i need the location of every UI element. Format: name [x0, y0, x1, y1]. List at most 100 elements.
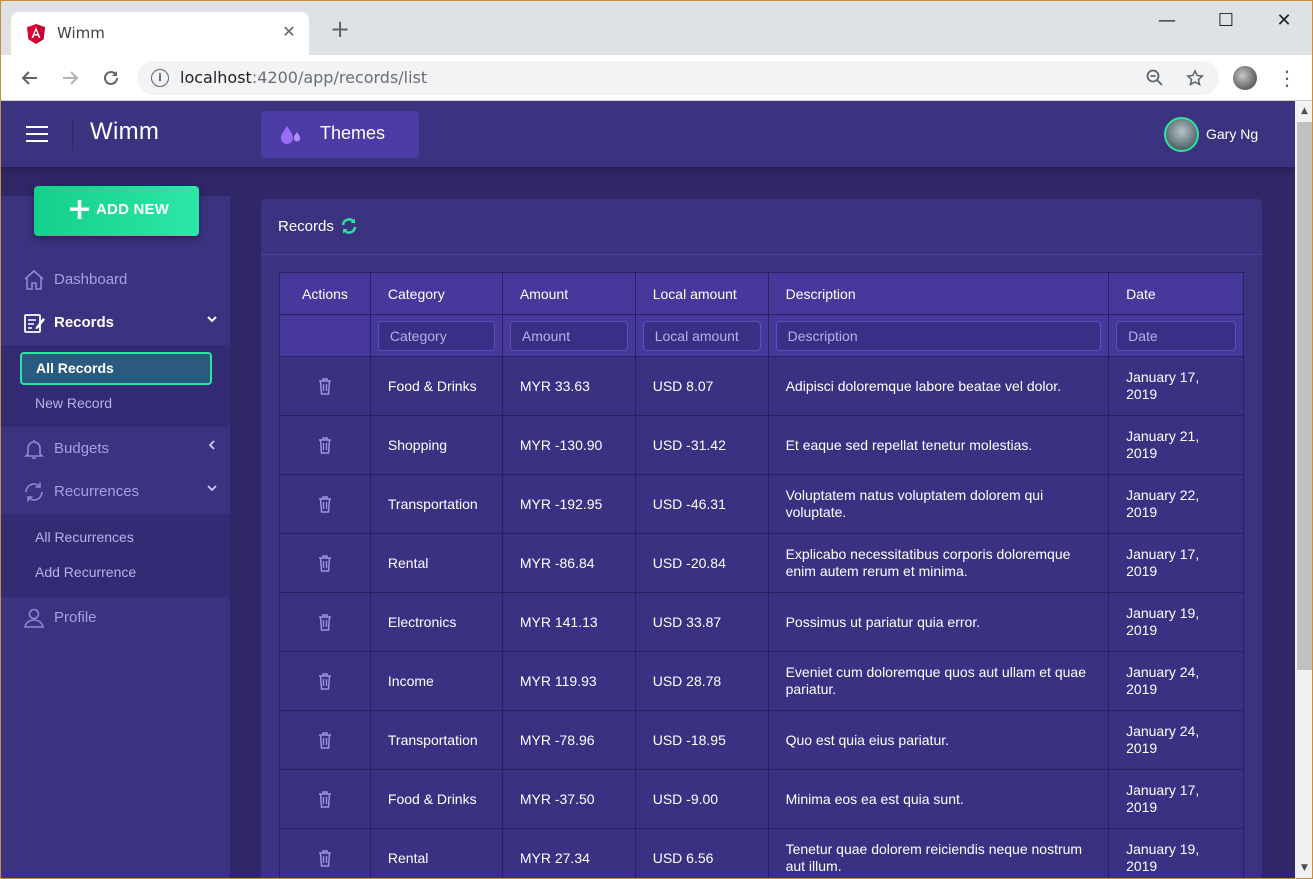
forward-arrow-icon[interactable]: [56, 64, 84, 92]
browser-profile-avatar[interactable]: [1233, 66, 1257, 90]
delete-trash-icon[interactable]: [317, 672, 333, 690]
hamburger-menu-icon[interactable]: [26, 126, 48, 142]
table-row: Rental MYR 27.34 USD 6.56 Tenetur quae dolo…: [279, 828, 1244, 878]
description-cell: Tenetur quae dolorem reiciendis neque no…: [767, 828, 1110, 878]
category-filter-input[interactable]: [377, 320, 495, 351]
amount-cell: MYR -78.96: [501, 710, 636, 770]
scrollbar-thumb[interactable]: [1297, 122, 1312, 670]
filter-cell: [767, 314, 1110, 357]
sidebar-subitem-label: All Records: [36, 360, 114, 376]
row-actions-cell: [279, 474, 371, 534]
local-amount-cell: USD -20.84: [634, 533, 769, 593]
amount-cell: MYR 33.63: [501, 356, 636, 416]
row-actions-cell: [279, 769, 371, 829]
row-actions-cell: [279, 533, 371, 593]
records-table-body: Food & Drinks MYR 33.63 USD 8.07 Adipisci d…: [279, 356, 1244, 878]
zoom-icon[interactable]: [1144, 67, 1166, 89]
maximize-button[interactable]: ☐: [1206, 9, 1246, 33]
home-icon: [24, 269, 44, 290]
column-header-category[interactable]: Category: [369, 272, 503, 315]
add-new-button[interactable]: + ADD NEW: [34, 186, 199, 236]
sidebar-item-label: Profile: [54, 609, 97, 626]
browser-tab[interactable]: Wimm ✕: [11, 12, 309, 55]
scroll-down-arrow-icon[interactable]: ▼: [1295, 860, 1312, 877]
filter-cell: [1108, 314, 1244, 357]
date-cell: January 21, 2019: [1108, 415, 1244, 475]
browser-menu-icon[interactable]: ⋮: [1277, 65, 1297, 91]
amount-cell: MYR -86.84: [501, 533, 636, 593]
row-actions-cell: [279, 356, 371, 416]
description-cell: Quo est quia eius pariatur.: [767, 710, 1110, 770]
category-cell: Transportation: [369, 710, 503, 770]
close-window-button[interactable]: ✕: [1264, 9, 1304, 33]
bell-icon: [24, 440, 44, 459]
sidebar-subitem-add-recurrence[interactable]: Add Recurrence: [35, 564, 136, 580]
user-avatar[interactable]: [1164, 117, 1199, 152]
description-filter-input[interactable]: [775, 320, 1102, 351]
browser-window: Wimm ✕ + — ☐ ✕ i localhost:4200/app/reco…: [0, 0, 1313, 879]
table-row: Food & Drinks MYR -37.50 USD -9.00 Minima e…: [279, 769, 1244, 829]
sidebar-item-budgets[interactable]: Budgets: [1, 429, 230, 469]
delete-trash-icon[interactable]: [317, 849, 333, 867]
site-info-icon[interactable]: i: [151, 69, 169, 87]
sidebar-item-records[interactable]: Records: [1, 303, 230, 343]
delete-trash-icon[interactable]: [317, 436, 333, 454]
column-header-description[interactable]: Description: [767, 272, 1110, 315]
amount-cell: MYR 27.34: [501, 828, 636, 878]
column-header-amount[interactable]: Amount: [501, 272, 636, 315]
card-title: Records: [278, 218, 334, 235]
address-bar[interactable]: i localhost:4200/app/records/list: [137, 61, 1219, 95]
scroll-up-arrow-icon[interactable]: ▲: [1295, 103, 1312, 120]
sidebar-subitem-all-recurrences[interactable]: All Recurrences: [35, 529, 134, 545]
reload-icon[interactable]: [97, 64, 125, 92]
column-header-date[interactable]: Date: [1108, 272, 1244, 315]
sidebar-item-recurrences[interactable]: Recurrences: [1, 472, 230, 512]
date-cell: January 17, 2019: [1108, 356, 1244, 416]
back-arrow-icon[interactable]: [16, 64, 44, 92]
amount-filter-input[interactable]: [509, 320, 628, 351]
category-cell: Shopping: [369, 415, 503, 475]
row-actions-cell: [279, 592, 371, 652]
row-actions-cell: [279, 828, 371, 878]
column-header-actions: Actions: [279, 272, 371, 315]
date-cell: January 17, 2019: [1108, 533, 1244, 593]
new-tab-button[interactable]: +: [327, 17, 353, 41]
delete-trash-icon[interactable]: [317, 377, 333, 395]
app: Wimm Themes Gary Ng + ADD NEW Dashboard …: [1, 101, 1295, 878]
table-row: Food & Drinks MYR 33.63 USD 8.07 Adipisci d…: [279, 356, 1244, 416]
date-filter-input[interactable]: [1116, 320, 1236, 351]
themes-button[interactable]: Themes: [261, 111, 419, 158]
bookmark-star-icon[interactable]: [1184, 67, 1206, 89]
local-amount-cell: USD 33.87: [634, 592, 769, 652]
local-amount-filter-input[interactable]: [642, 320, 761, 351]
amount-cell: MYR -192.95: [501, 474, 636, 534]
delete-trash-icon[interactable]: [317, 790, 333, 808]
description-cell: Voluptatem natus voluptatem dolorem qui …: [767, 474, 1110, 534]
filter-cell-empty: [279, 314, 371, 357]
sidebar-subitem-new-record[interactable]: New Record: [35, 395, 112, 411]
sidebar-item-dashboard[interactable]: Dashboard: [1, 260, 230, 300]
chevron-left-icon: [204, 439, 220, 455]
tab-close-icon[interactable]: ✕: [279, 22, 299, 41]
column-header-local-amount[interactable]: Local amount: [634, 272, 769, 315]
local-amount-cell: USD -9.00: [634, 769, 769, 829]
local-amount-cell: USD -18.95: [634, 710, 769, 770]
add-new-label: ADD NEW: [96, 201, 170, 218]
minimize-button[interactable]: —: [1147, 9, 1187, 33]
delete-trash-icon[interactable]: [317, 731, 333, 749]
category-cell: Food & Drinks: [369, 769, 503, 829]
refresh-icon[interactable]: [340, 217, 358, 235]
delete-trash-icon[interactable]: [317, 495, 333, 513]
sidebar-subitem-all-records[interactable]: All Records: [20, 352, 212, 385]
delete-trash-icon[interactable]: [317, 554, 333, 572]
local-amount-cell: USD 8.07: [634, 356, 769, 416]
local-amount-cell: USD -31.42: [634, 415, 769, 475]
sidebar-item-profile[interactable]: Profile: [1, 598, 230, 638]
brand-logo[interactable]: Wimm: [90, 118, 159, 146]
delete-trash-icon[interactable]: [317, 613, 333, 631]
plus-icon: +: [67, 192, 93, 227]
page-scrollbar[interactable]: ▲ ▼: [1295, 101, 1312, 878]
table-row: Transportation MYR -192.95 USD -46.31 Volup…: [279, 474, 1244, 534]
refresh-cycle-icon: [25, 482, 43, 502]
date-cell: January 19, 2019: [1108, 592, 1244, 652]
